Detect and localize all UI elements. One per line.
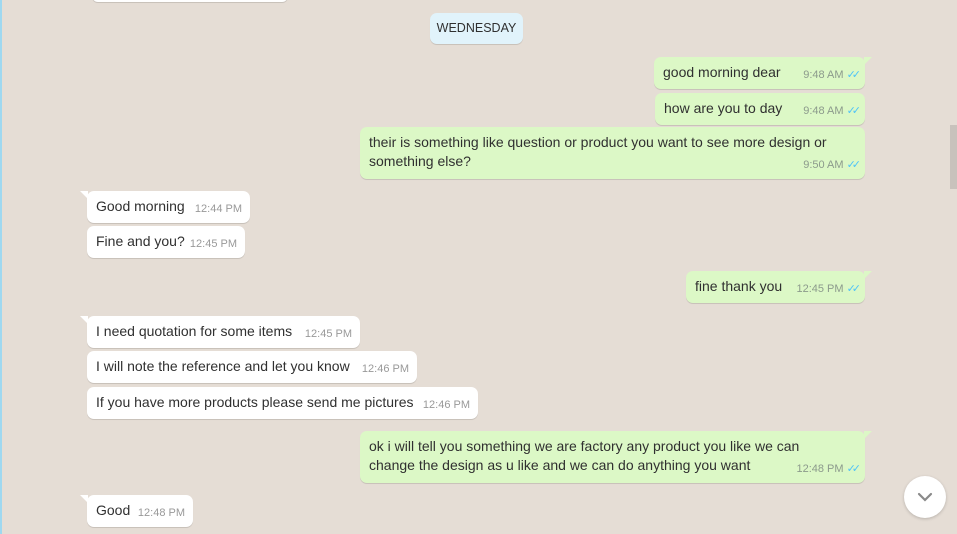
message-text: Good <box>96 502 131 518</box>
message-time: 12:48 PM <box>137 507 185 519</box>
message-meta: 12:48 PM ✓✓ <box>796 460 862 479</box>
message-meta: 12:45 PM ✓✓ <box>796 280 862 299</box>
message-time: 12:44 PM <box>194 203 242 215</box>
message-bubble-incoming[interactable]: Good morning 12:44 PM <box>80 191 250 223</box>
message-bubble-outgoing[interactable]: ok i will tell you something we are fact… <box>360 431 872 483</box>
scroll-to-bottom-button[interactable] <box>904 476 946 518</box>
message-bubble-outgoing[interactable]: their is something like question or prod… <box>360 127 865 179</box>
message-time: 12:46 PM <box>422 399 470 411</box>
message-bubble-incoming[interactable]: I need quotation for some items 12:45 PM <box>80 316 360 348</box>
double-check-icon: ✓✓ <box>846 159 862 171</box>
chevron-down-icon <box>917 492 933 502</box>
double-check-icon: ✓✓ <box>846 283 862 295</box>
message-meta: 9:50 AM ✓✓ <box>803 156 862 175</box>
message-time: 12:46 PM <box>361 363 409 375</box>
message-text: I will note the reference and let you kn… <box>96 358 350 374</box>
message-time: 12:45 PM <box>796 283 844 295</box>
message-bubble-incoming[interactable]: Good 12:48 PM <box>80 495 193 527</box>
message-text: I need quotation for some items <box>96 323 293 339</box>
message-text: Fine and you? <box>96 233 185 249</box>
date-divider: WEDNESDAY <box>430 13 523 44</box>
message-text: fine thank you <box>695 278 783 294</box>
message-time: 12:48 PM <box>796 463 844 475</box>
message-text: If you have more products please send me… <box>96 394 414 410</box>
message-bubble-outgoing[interactable]: fine thank you 12:45 PM ✓✓ <box>686 271 872 303</box>
message-text: ok i will tell you something we are fact… <box>369 438 800 473</box>
window-edge <box>0 0 2 534</box>
message-text: good morning dear <box>663 64 781 80</box>
message-text: their is something like question or prod… <box>369 134 827 169</box>
message-meta: 9:48 AM ✓✓ <box>803 66 862 85</box>
message-time: 9:48 AM <box>803 105 844 117</box>
message-time: 12:45 PM <box>304 328 352 340</box>
message-bubble-incoming[interactable]: If you have more products please send me… <box>87 387 478 419</box>
message-time: 9:50 AM <box>803 159 844 171</box>
message-bubble-outgoing[interactable]: how are you to day 9:48 AM ✓✓ <box>655 93 865 125</box>
message-bubble-outgoing[interactable]: good morning dear 9:48 AM ✓✓ <box>654 57 872 89</box>
message-bubble-incoming[interactable]: Fine and you? 12:45 PM <box>87 226 245 258</box>
double-check-icon: ✓✓ <box>846 463 862 475</box>
message-bubble-incoming[interactable]: I will note the reference and let you kn… <box>87 351 417 383</box>
double-check-icon: ✓✓ <box>846 105 862 117</box>
message-time: 12:45 PM <box>189 238 237 250</box>
scrollbar-thumb[interactable] <box>950 125 957 189</box>
double-check-icon: ✓✓ <box>846 69 862 81</box>
message-meta: 9:48 AM ✓✓ <box>803 102 862 121</box>
partial-message-bubble <box>92 0 288 2</box>
message-text: Good morning <box>96 198 185 214</box>
message-text: how are you to day <box>664 100 783 116</box>
message-time: 9:48 AM <box>803 69 844 81</box>
